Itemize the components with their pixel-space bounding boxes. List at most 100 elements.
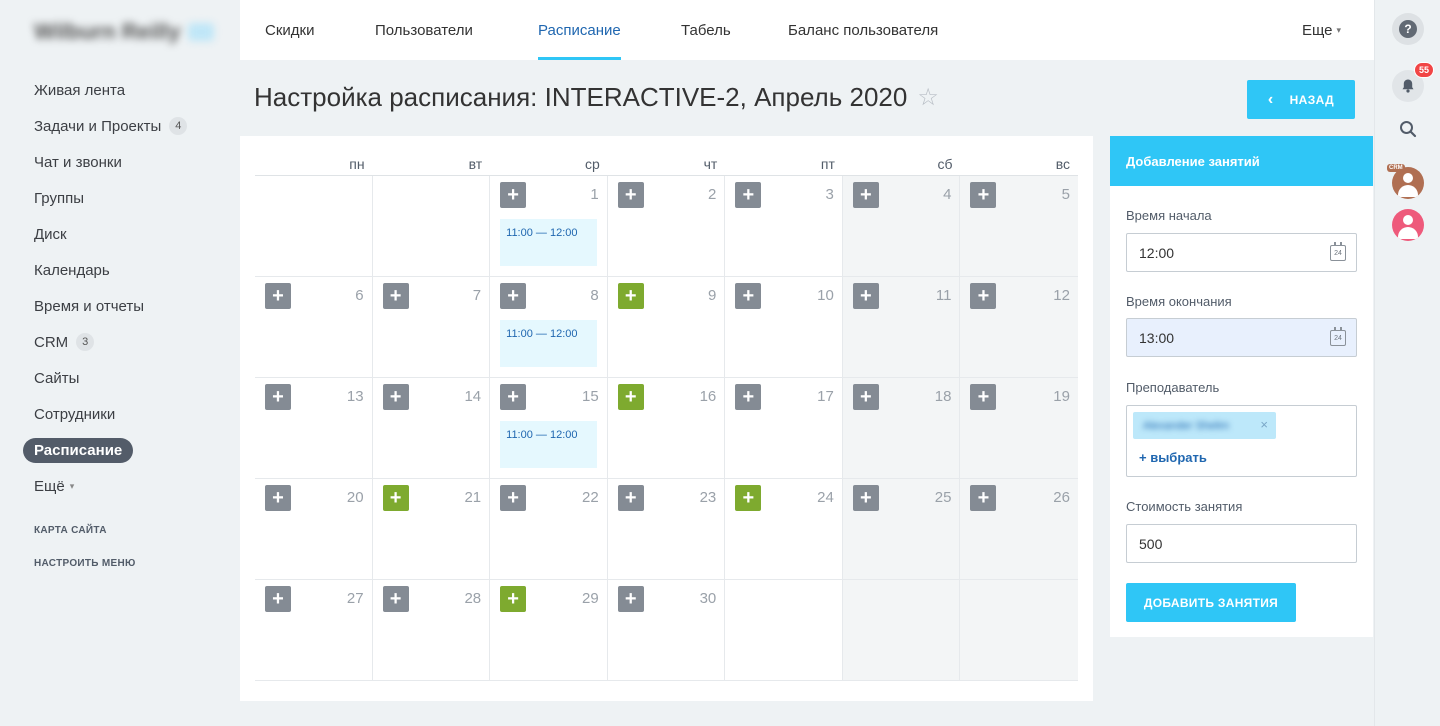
sidebar-item[interactable]: Задачи и Проекты 4 [0,108,240,144]
add-lesson-icon[interactable]: + [617,384,644,410]
calendar-day-cell[interactable]: +17 [725,378,843,479]
add-lesson-icon[interactable]: + [852,384,879,410]
add-lesson-icon[interactable]: + [500,485,527,511]
teacher-label: Преподаватель [1126,380,1220,395]
calendar-day-cell[interactable]: +10 [725,277,843,378]
configure-menu-link[interactable]: НАСТРОИТЬ МЕНЮ [34,558,136,569]
back-button[interactable]: ‹ НАЗАД [1247,80,1355,119]
calendar-day-cell[interactable]: +15 11:00 — 12:00 [490,378,608,479]
sidebar-item[interactable]: Календарь [0,252,240,288]
add-lesson-icon[interactable]: + [617,485,644,511]
calendar-day-cell[interactable]: +18 [842,378,961,479]
sidebar-item[interactable]: CRM 3 [0,324,240,360]
add-lesson-icon[interactable]: + [852,182,879,208]
add-lesson-icon[interactable]: + [735,384,762,410]
sidebar-item[interactable]: Чат и звонки [0,144,240,180]
lesson-event[interactable]: 11:00 — 12:00 [500,320,598,367]
calendar-icon[interactable]: 24 [1330,327,1346,346]
calendar-day-cell[interactable]: +20 [255,479,373,580]
add-lesson-icon[interactable]: + [617,586,644,612]
add-lesson-icon[interactable]: + [265,485,291,511]
add-lesson-icon[interactable]: + [500,586,527,612]
calendar-day-cell[interactable]: +12 [960,277,1078,378]
tab-more[interactable]: Еще ▾ [1302,0,1341,60]
add-lesson-icon[interactable]: + [970,283,997,309]
add-lesson-icon[interactable]: + [970,485,997,511]
add-lesson-icon[interactable]: + [852,485,879,511]
search-button[interactable] [1392,113,1424,145]
add-lesson-icon[interactable]: + [852,283,879,309]
tab[interactable]: Скидки [265,0,314,60]
calendar-day-cell[interactable]: +3 [725,176,843,277]
calendar-day-cell[interactable]: +19 [960,378,1078,479]
help-button[interactable]: ? [1392,13,1424,45]
sidebar-item[interactable]: Сотрудники [0,396,240,432]
price-input[interactable]: 500 [1126,524,1357,563]
add-lesson-icon[interactable]: + [735,485,762,511]
add-lesson-icon[interactable]: + [265,586,291,612]
add-lesson-icon[interactable]: + [265,384,291,410]
tab[interactable]: Баланс пользователя [788,0,938,60]
menu-more[interactable]: Ещё ▾ [0,468,240,504]
calendar-day-cell[interactable]: +6 [255,277,373,378]
add-lesson-icon[interactable]: + [265,283,291,309]
star-icon[interactable]: ☆ [917,83,939,112]
teacher-selector[interactable]: Alexander Shelim × + выбрать [1126,405,1357,477]
calendar-day-cell[interactable]: +2 [607,176,726,277]
calendar-day-cell[interactable]: +27 [255,580,373,681]
calendar-day-cell[interactable]: +26 [960,479,1078,580]
calendar-day-cell[interactable]: +28 [372,580,491,681]
lesson-event[interactable]: 11:00 — 12:00 [500,219,598,266]
add-lesson-icon[interactable]: + [617,283,644,309]
add-lesson-icon[interactable]: + [500,283,527,309]
calendar-day-cell[interactable]: +4 [842,176,961,277]
calendar-day-cell[interactable]: +8 11:00 — 12:00 [490,277,608,378]
calendar-day-cell[interactable]: +23 [607,479,726,580]
calendar-day-cell[interactable]: +13 [255,378,373,479]
add-lesson-icon[interactable]: + [382,384,409,410]
sidebar-item[interactable]: Диск [0,216,240,252]
calendar-day-cell[interactable]: +25 [842,479,961,580]
add-lesson-icon[interactable]: + [500,384,527,410]
calendar-day-cell[interactable]: +14 [372,378,491,479]
calendar-day-cell[interactable]: +7 [372,277,491,378]
end-time-input[interactable]: 13:00 24 [1126,318,1357,357]
tab[interactable]: Пользователи [375,0,473,60]
add-lesson-icon[interactable]: + [382,485,409,511]
add-lesson-icon[interactable]: + [500,182,527,208]
add-lesson-icon[interactable]: + [970,182,997,208]
pick-teacher-link[interactable]: + выбрать [1139,450,1207,465]
remove-teacher-icon[interactable]: × [1260,417,1268,432]
sidebar-item[interactable]: Расписание [0,432,240,468]
avatar[interactable] [1392,209,1424,241]
add-lesson-icon[interactable]: + [617,182,644,208]
calendar-day-cell[interactable]: +16 [607,378,726,479]
calendar-day-cell[interactable]: +21 [372,479,491,580]
portal-logo[interactable]: Wilburn Reilly [34,18,224,46]
lesson-event[interactable]: 11:00 — 12:00 [500,421,598,468]
add-lessons-button[interactable]: ДОБАВИТЬ ЗАНЯТИЯ [1126,583,1296,622]
add-lesson-icon[interactable]: + [382,283,409,309]
calendar-day-cell[interactable]: +1 11:00 — 12:00 [490,176,608,277]
calendar-day-cell[interactable]: +30 [607,580,726,681]
notifications-button[interactable]: 55 [1392,62,1435,102]
tab[interactable]: Табель [681,0,731,60]
calendar-day-cell[interactable]: +11 [842,277,961,378]
sidebar-item[interactable]: Живая лента [0,72,240,108]
calendar-day-cell[interactable]: +22 [490,479,608,580]
calendar-day-cell[interactable]: +5 [960,176,1078,277]
tab[interactable]: Расписание [538,0,621,60]
add-lesson-icon[interactable]: + [382,586,409,612]
calendar-icon[interactable]: 24 [1330,242,1346,261]
add-lesson-icon[interactable]: + [735,283,762,309]
calendar-day-cell[interactable]: +9 [607,277,726,378]
calendar-day-cell[interactable]: +29 [490,580,608,681]
sidebar-item[interactable]: Группы [0,180,240,216]
calendar-day-cell[interactable]: +24 [725,479,843,580]
sidebar-item[interactable]: Сайты [0,360,240,396]
add-lesson-icon[interactable]: + [970,384,997,410]
add-lesson-icon[interactable]: + [735,182,762,208]
start-time-input[interactable]: 12:00 24 [1126,233,1357,272]
sidebar-item[interactable]: Время и отчеты [0,288,240,324]
sitemap-link[interactable]: КАРТА САЙТА [34,525,107,536]
